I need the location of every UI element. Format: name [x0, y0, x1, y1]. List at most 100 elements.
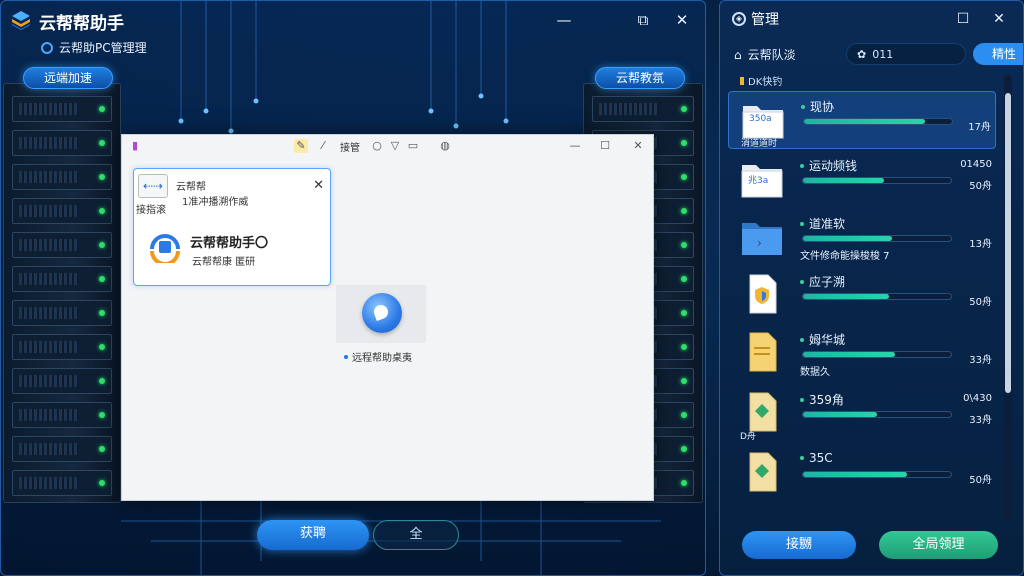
item-dot [801, 104, 805, 109]
team-tab[interactable]: ⌂ 云帮队淡 [734, 46, 796, 63]
list-item[interactable]: 兆3a 运动频钱 01450 50舟 [728, 151, 996, 209]
rack-unit [12, 470, 112, 496]
app-subtitle: 云帮助PC管理理 [59, 41, 147, 55]
remote-help-label: 远程帮助桌夷 [344, 349, 412, 364]
inner-minimize-button[interactable]: — [568, 139, 582, 153]
item-name-text: 现协 [810, 100, 835, 114]
item-progress-bar [802, 235, 952, 242]
flag-icon: ▮ [131, 139, 139, 152]
status-toggle-label: 011 [872, 47, 894, 61]
file-thumbnail-icon: › [740, 215, 784, 257]
filter-icon[interactable]: ▽ [388, 139, 402, 153]
item-name-text: 359角 [809, 393, 844, 407]
list-scrollbar[interactable] [1004, 75, 1012, 521]
pen-tool-icon[interactable]: ⁄ [316, 139, 330, 153]
item-progress-fill [803, 236, 892, 241]
minimize-button[interactable]: — [554, 10, 574, 30]
status-toggle[interactable]: ✿ 011 [846, 43, 966, 65]
active-filter-button[interactable]: 精性 [973, 43, 1023, 65]
item-name: 359角 [800, 391, 844, 408]
item-progress-fill [803, 472, 907, 477]
item-name-text: 运动频钱 [809, 159, 858, 173]
primary-action-button[interactable]: 获聘 [257, 520, 369, 550]
close-button[interactable]: ✕ [672, 10, 692, 30]
panel-pin-button[interactable]: ☐ [954, 10, 972, 28]
manage-panel: ◈ 管理 ☐ ✕ ⌂ 云帮队淡 ✿ 011 精性 DK快钓 350a 消道道时 现协… [719, 0, 1024, 576]
list-item[interactable]: 姆华城 33舟 数据久 [728, 325, 996, 383]
rack-unit [12, 368, 112, 394]
card-app-sub: 云帮帮康 匿研 [192, 257, 256, 268]
list-item[interactable]: › 道准软 13舟 文件修命能操梭梭 7 [728, 209, 996, 267]
item-name-text: 应子溯 [809, 275, 846, 289]
item-name: 应子溯 [800, 273, 845, 290]
panel-title: ◈ 管理 [732, 9, 779, 29]
card-icon-label: 接指滚 [136, 205, 166, 216]
item-name: 姆华城 [800, 331, 845, 348]
rack-unit [12, 198, 112, 224]
item-progress-bar [803, 118, 953, 125]
panel-close-button[interactable]: ✕ [990, 10, 1008, 28]
scrollbar-thumb[interactable] [1005, 93, 1011, 393]
list-item[interactable]: 应子溯 50舟 [728, 267, 996, 325]
remote-desktop-window: ▮ ✎ ⁄ 接管 ○ ▽ ▭ ◍ — ☐ ✕ ⇠⇢ 接指滚 云帮帮 1准冲播溯作… [121, 134, 654, 501]
secondary-action-button[interactable]: 全 [373, 520, 459, 550]
header-mark [740, 76, 744, 85]
list-item[interactable]: 35C 50舟 [728, 445, 996, 503]
title-bar: 云帮帮助手 — ⧉ ✕ [1, 1, 705, 39]
item-progress-fill [803, 178, 885, 183]
rack-unit [12, 402, 112, 428]
global-manage-button[interactable]: 全局领理 [879, 531, 998, 559]
restore-button[interactable]: ⧉ [633, 10, 653, 30]
screen-icon[interactable]: ▭ [406, 139, 420, 153]
item-dot [800, 397, 804, 402]
panel-left-button[interactable]: 接嬲 [742, 531, 856, 559]
item-top-right: 01450 [960, 159, 992, 170]
screen: 云帮帮助手 — ⧉ ✕ 云帮助PC管理理 远端加速 云帮教氛 ▮ ✎ ⁄ 接管 … [0, 0, 1024, 576]
list-item[interactable]: D舟 359角 0\430 33舟 [728, 385, 996, 443]
rack-unit [12, 164, 112, 190]
remote-help-tile[interactable] [336, 285, 426, 343]
inner-toolbar: ▮ ✎ ⁄ 接管 ○ ▽ ▭ ◍ — ☐ ✕ [122, 135, 653, 157]
item-count: 50舟 [969, 297, 992, 308]
thumb-label: 兆3a [748, 176, 769, 186]
file-thumbnail-icon [740, 451, 784, 493]
item-name-text: 35C [809, 451, 833, 465]
chat-icon[interactable]: ○ [370, 139, 384, 153]
item-progress-bar [802, 351, 952, 358]
server-rack-left [3, 83, 121, 503]
inner-maximize-button[interactable]: ☐ [598, 139, 612, 153]
notification-card[interactable]: ⇠⇢ 接指滚 云帮帮 1准冲播溯作威 ✕ 云帮帮助手〇 云帮帮康 匿研 [133, 168, 331, 286]
card-close-icon[interactable]: ✕ [313, 178, 324, 193]
file-thumbnail-icon [740, 391, 784, 433]
cursor-tool-icon[interactable]: ✎ [294, 139, 308, 153]
list-header-text: DK快钓 [748, 77, 783, 88]
item-count: 13舟 [969, 239, 992, 250]
item-count: 33舟 [969, 355, 992, 366]
remote-help-text: 远程帮助桌夷 [352, 353, 412, 364]
rack-unit [12, 232, 112, 258]
rack-unit [12, 300, 112, 326]
list-item[interactable]: 350a 消道道时 现协 17舟 [728, 91, 996, 149]
item-name: 35C [800, 451, 833, 465]
rack-unit [12, 436, 112, 462]
item-progress-bar [802, 471, 952, 478]
globe-icon[interactable]: ◍ [438, 139, 452, 153]
thumb-sub: D舟 [740, 432, 756, 442]
item-progress-fill [803, 352, 895, 357]
card-title: 云帮帮 [176, 182, 206, 193]
item-progress-fill [803, 412, 877, 417]
item-name: 现协 [801, 98, 834, 115]
item-top-right: 0\430 [963, 393, 992, 404]
item-sub: 文件修命能操梭梭 7 [800, 251, 890, 262]
inner-close-button[interactable]: ✕ [631, 139, 645, 153]
rack-unit [12, 130, 112, 156]
takeover-label[interactable]: 接管 [340, 139, 360, 154]
cloud-helper-logo-icon [150, 234, 180, 263]
svg-text:›: › [757, 236, 762, 250]
remote-accel-button[interactable]: 远端加速 [23, 67, 113, 89]
status-dot-icon [41, 41, 53, 54]
item-dot [800, 337, 804, 342]
rack-unit [12, 334, 112, 360]
cloud-teach-button[interactable]: 云帮教氛 [595, 67, 685, 89]
card-app-name: 云帮帮助手〇 [190, 236, 269, 251]
